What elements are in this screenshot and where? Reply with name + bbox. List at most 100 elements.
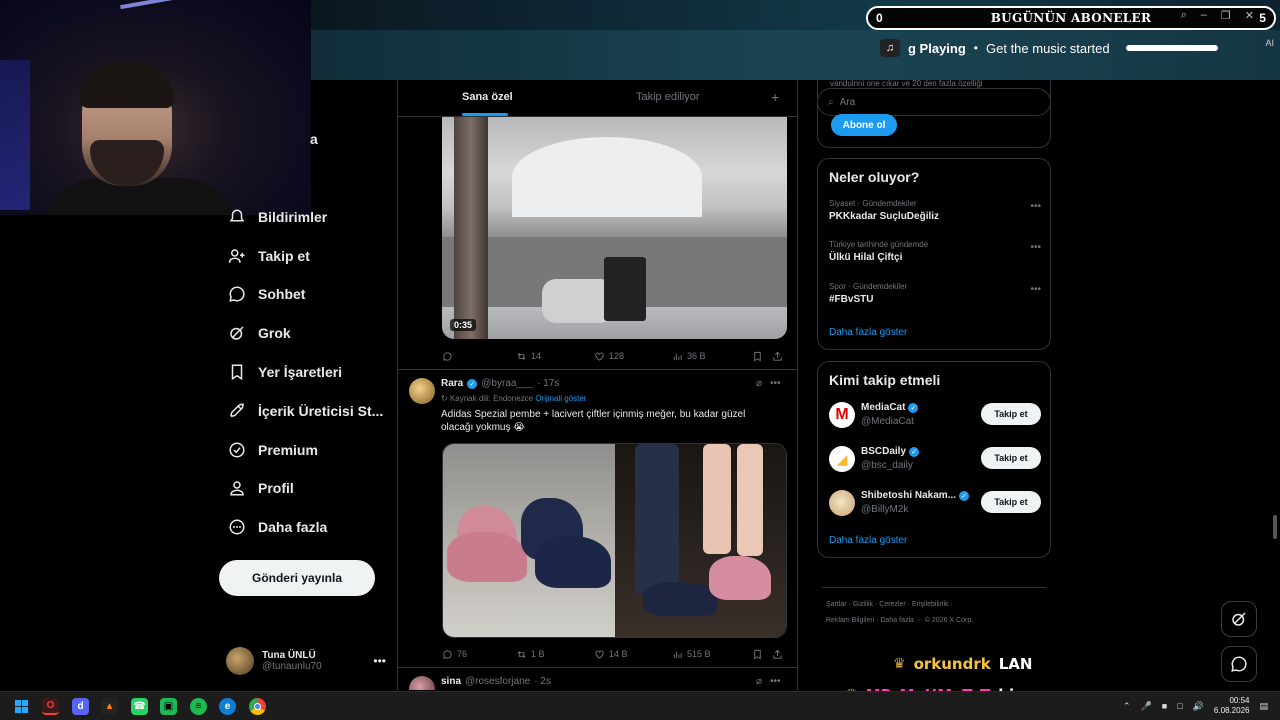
edge-icon[interactable]: e [219,698,236,715]
account-handle: @tunaunlu70 [262,661,322,672]
opera-gx-icon[interactable]: O [42,698,59,715]
search-input[interactable]: ⌕ Ara [817,88,1051,116]
nav-item-bookmarks[interactable]: Yer İşaretleri [228,359,342,385]
reply-button[interactable]: 76 [442,646,516,662]
taskbar-clock[interactable]: 00:54 6.08.2026 [1214,696,1250,716]
minimize-icon[interactable]: – [1201,9,1207,22]
share-button[interactable] [772,348,783,364]
nav-item-follow[interactable]: Takip et [228,243,310,269]
nav-item-label: Grok [258,325,291,341]
close-icon[interactable]: ✕ [1245,9,1254,22]
restore-icon[interactable]: ❐ [1221,9,1231,22]
follow-suggestion[interactable]: ◢ BSCDaily ✓ @bsc_daily Takip et [829,444,1041,476]
nav-item-notifications[interactable]: Bildirimler [228,204,327,230]
tweet-author-name[interactable]: sina [441,676,461,687]
follow-button[interactable]: Takip et [981,491,1041,513]
video-duration: 0:35 [450,319,477,331]
tweet-time[interactable]: · 17s [537,378,559,389]
more-dots-icon[interactable]: ••• [1030,201,1041,212]
windows-start-icon[interactable] [13,698,30,715]
left-navigation: a Bildirimler Takip et Sohbet Grok Yer İ… [218,0,398,720]
whatsapp-icon[interactable]: ☎ [131,698,148,715]
show-more-link[interactable]: Daha fazla göster [829,327,907,338]
share-button[interactable] [772,646,783,662]
trend-item[interactable]: Spor · Gündemdekiler #FBvSTU ••• [829,282,1041,305]
tweet-text: Adidas Spezial pembe + lacivert çiftler … [441,409,746,433]
app-icon[interactable]: ▣ [160,698,177,715]
nav-item-premium[interactable]: Premium [228,437,318,463]
grok-fab-button[interactable] [1221,601,1257,637]
follow-button[interactable]: Takip et [981,403,1041,425]
tab-for-you[interactable]: Sana özel [462,91,513,103]
nav-item-more[interactable]: Daha fazla [228,514,327,540]
discord-icon[interactable]: d [72,698,89,715]
follow-suggestion[interactable]: Shibetoshi Nakam... ✓ @BillyM2k Takip et [829,488,1041,520]
show-more-link[interactable]: Daha fazla göster [829,535,907,546]
security-icon[interactable]: ■ [1162,701,1167,711]
nav-item-chat[interactable]: Sohbet [228,281,305,307]
reply-button[interactable] [442,348,516,364]
tweet-author-handle[interactable]: @byraa___ [481,378,533,389]
tweet-photo-left[interactable] [443,444,615,637]
tweet-photo-right[interactable] [615,444,786,637]
tab-following[interactable]: Takip ediliyor [636,91,700,103]
more-dots-icon[interactable]: ••• [373,654,386,668]
active-tab-indicator [462,113,508,116]
avatar[interactable] [409,676,435,690]
nav-item-profile[interactable]: Profil [228,475,294,501]
chrome-icon[interactable] [249,698,266,715]
photo-shoe [447,532,527,582]
chevron-up-icon[interactable]: ⌃ [1123,701,1131,712]
trend-item[interactable]: Siyaset · Gündemdekiler PKKkadar SuçluDe… [829,199,1041,222]
like-button[interactable]: 14 B [594,646,672,662]
trend-title: PKKkadar SuçluDeğiliz [829,211,940,222]
notifications-icon[interactable]: ▤ [1259,701,1268,712]
chat-text: LAN [998,655,1033,673]
avatar[interactable] [409,378,435,404]
tweet-photos[interactable] [442,443,787,638]
mic-icon[interactable]: 🎤 [1141,701,1152,712]
views-button[interactable]: 36 B [672,348,752,364]
grok-icon[interactable]: ⌀ [756,378,762,389]
retweet-button[interactable]: 1 B [516,646,594,662]
search-icon[interactable]: ⌕ [1181,9,1187,22]
more-dots-icon[interactable]: ••• [770,378,781,389]
subscribe-button[interactable]: Abone ol [831,114,897,136]
scrollbar-thumb[interactable] [1273,515,1277,539]
network-icon[interactable]: □ [1177,701,1182,711]
tweet-author-handle[interactable]: @rosesforjane [465,676,530,687]
photo-leg [703,444,731,554]
spotify-icon[interactable]: ≡ [190,698,207,715]
clock-time: 00:54 [1229,696,1250,705]
tweet-divider [398,667,797,668]
who-to-follow-card: Kimi takip etmeli M MediaCat ✓ @MediaCat … [817,361,1051,558]
show-original-link[interactable]: Orijinali göster [535,394,586,403]
grok-icon[interactable]: ⌀ [756,676,762,687]
views-button[interactable]: 515 B [672,646,752,662]
more-dots-icon[interactable]: ••• [1030,284,1041,295]
more-dots-icon[interactable]: ••• [1030,242,1041,253]
footer-line-2[interactable]: Reklam Bilgileri · Daha fazla ··· © 2026… [826,613,1046,629]
editor-app-icon[interactable]: ▲ [101,698,118,715]
follow-button[interactable]: Takip et [981,447,1041,469]
footer-line-1[interactable]: Şartlar · Gizlilik · Çerezler · Erişileb… [826,597,1046,613]
more-dots-icon[interactable]: ••• [770,676,781,687]
account-switcher[interactable]: Tuna ÜNLÜ @tunaunlu70 ••• [226,644,386,678]
nav-item-grok[interactable]: Grok [228,320,291,346]
trend-category: Spor · Gündemdekiler [829,282,908,291]
retweet-button[interactable]: 14 [516,348,594,364]
tweet-video[interactable]: 0:35 [442,117,787,339]
follow-suggestion[interactable]: M MediaCat ✓ @MediaCat Takip et [829,400,1041,432]
bookmark-button[interactable] [752,646,772,662]
add-tab-icon[interactable]: + [771,89,779,105]
messages-fab-button[interactable] [1221,646,1257,682]
trend-item[interactable]: Türkiye tarihinde gündemde Ülkü Hilal Çi… [829,240,1041,263]
like-count: 128 [609,351,625,361]
volume-icon[interactable]: 🔊 [1193,701,1204,712]
like-button[interactable]: 128 [594,348,672,364]
bookmark-button[interactable] [752,348,772,364]
post-button[interactable]: Gönderi yayınla [219,560,375,596]
nav-item-creator-studio[interactable]: İçerik Üreticisi St... [228,398,383,424]
tweet-time[interactable]: · 2s [534,676,551,687]
tweet-author-name[interactable]: Rara [441,378,463,389]
